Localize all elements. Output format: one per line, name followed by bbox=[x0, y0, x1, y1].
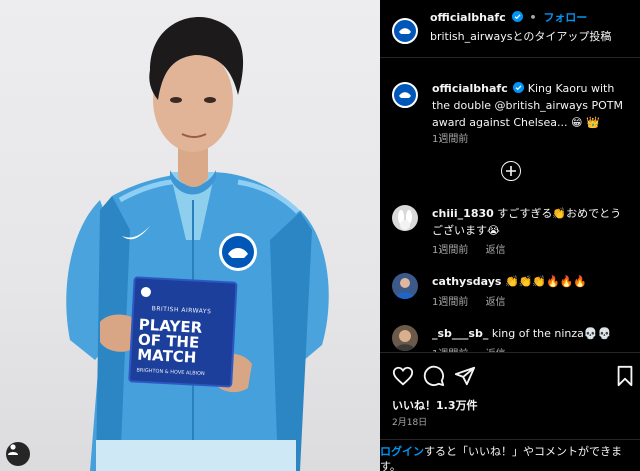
comment-avatar[interactable] bbox=[392, 273, 418, 299]
verified-icon bbox=[511, 11, 523, 22]
follow-button[interactable]: フォロー bbox=[543, 11, 587, 24]
comment-text: cathysdays 👏👏👏🔥🔥🔥 bbox=[432, 273, 632, 290]
heart-icon[interactable] bbox=[392, 365, 414, 387]
partnership-label[interactable]: british_airwaysとのタイアップ投稿 bbox=[430, 28, 611, 44]
comment-avatar[interactable] bbox=[392, 325, 418, 351]
header-username[interactable]: officialbhafc bbox=[430, 11, 506, 24]
player-photo-illustration bbox=[66, 17, 329, 471]
tagged-people-button[interactable] bbox=[6, 442, 30, 466]
caption-username[interactable]: officialbhafc bbox=[432, 82, 508, 95]
post-panel: officialbhafc • フォロー british_airwaysとのタイ… bbox=[380, 0, 640, 471]
post-actions: いいね！1.3万件 2月18日 ログインすると「いいね！」やコメントができます。 bbox=[380, 352, 640, 471]
share-icon[interactable] bbox=[454, 365, 476, 387]
club-badge-icon bbox=[396, 22, 414, 40]
award-board: BRITISH AIRWAYS PLAYER OF THE MATCH BRIG… bbox=[136, 305, 233, 379]
comment-time: 1週間前 bbox=[432, 297, 469, 308]
account-avatar[interactable] bbox=[392, 18, 418, 44]
post-header: officialbhafc • フォロー british_airwaysとのタイ… bbox=[380, 0, 640, 58]
reply-button[interactable]: 返信 bbox=[486, 245, 506, 256]
load-more-comments-button[interactable] bbox=[501, 161, 521, 181]
comment-time: 1週間前 bbox=[432, 245, 469, 256]
club-badge-icon bbox=[396, 86, 414, 104]
avatar-icon bbox=[396, 278, 414, 299]
login-link[interactable]: ログイン bbox=[380, 445, 424, 458]
caption-avatar[interactable] bbox=[392, 82, 418, 108]
caption-text: officialbhafc King Kaoru with the double… bbox=[432, 80, 632, 131]
comment-username[interactable]: cathysdays bbox=[432, 275, 501, 288]
avatar-icon bbox=[395, 330, 415, 351]
verified-icon bbox=[513, 82, 525, 93]
caption-time: 1週間前 bbox=[432, 134, 469, 145]
comment-username[interactable]: chiii_1830 bbox=[432, 207, 494, 220]
comment-username[interactable]: _sb___sb_ bbox=[432, 327, 488, 340]
bookmark-icon[interactable] bbox=[614, 365, 636, 387]
comment-avatar[interactable] bbox=[392, 205, 418, 231]
post-photo[interactable]: BRITISH AIRWAYS PLAYER OF THE MATCH BRIG… bbox=[0, 0, 380, 471]
more-comments-icon bbox=[506, 166, 516, 176]
award-board-title: PLAYER OF THE MATCH bbox=[136, 315, 203, 367]
comment-meta: 1週間前 返信 bbox=[432, 293, 506, 308]
comment-text: chiii_1830 すごすぎる👏おめでとうございます😭 bbox=[432, 205, 632, 239]
comment-body: 👏👏👏🔥🔥🔥 bbox=[504, 275, 588, 288]
avatar-icon bbox=[398, 210, 412, 230]
separator-dot: • bbox=[529, 11, 537, 24]
login-prompt: ログインすると「いいね！」やコメントができます。 bbox=[380, 439, 640, 471]
reply-button[interactable]: 返信 bbox=[486, 297, 506, 308]
header-user-row: officialbhafc • フォロー bbox=[430, 9, 587, 25]
comment-icon[interactable] bbox=[423, 365, 445, 387]
avatar-icon bbox=[8, 444, 18, 455]
likes-count[interactable]: いいね！1.3万件 bbox=[392, 397, 478, 413]
post-date[interactable]: 2月18日 bbox=[392, 415, 427, 428]
comment-body: king of the ninza💀💀 bbox=[491, 327, 612, 340]
comment-meta: 1週間前 返信 bbox=[432, 241, 506, 256]
comment-text: _sb___sb_ king of the ninza💀💀 bbox=[432, 325, 632, 342]
